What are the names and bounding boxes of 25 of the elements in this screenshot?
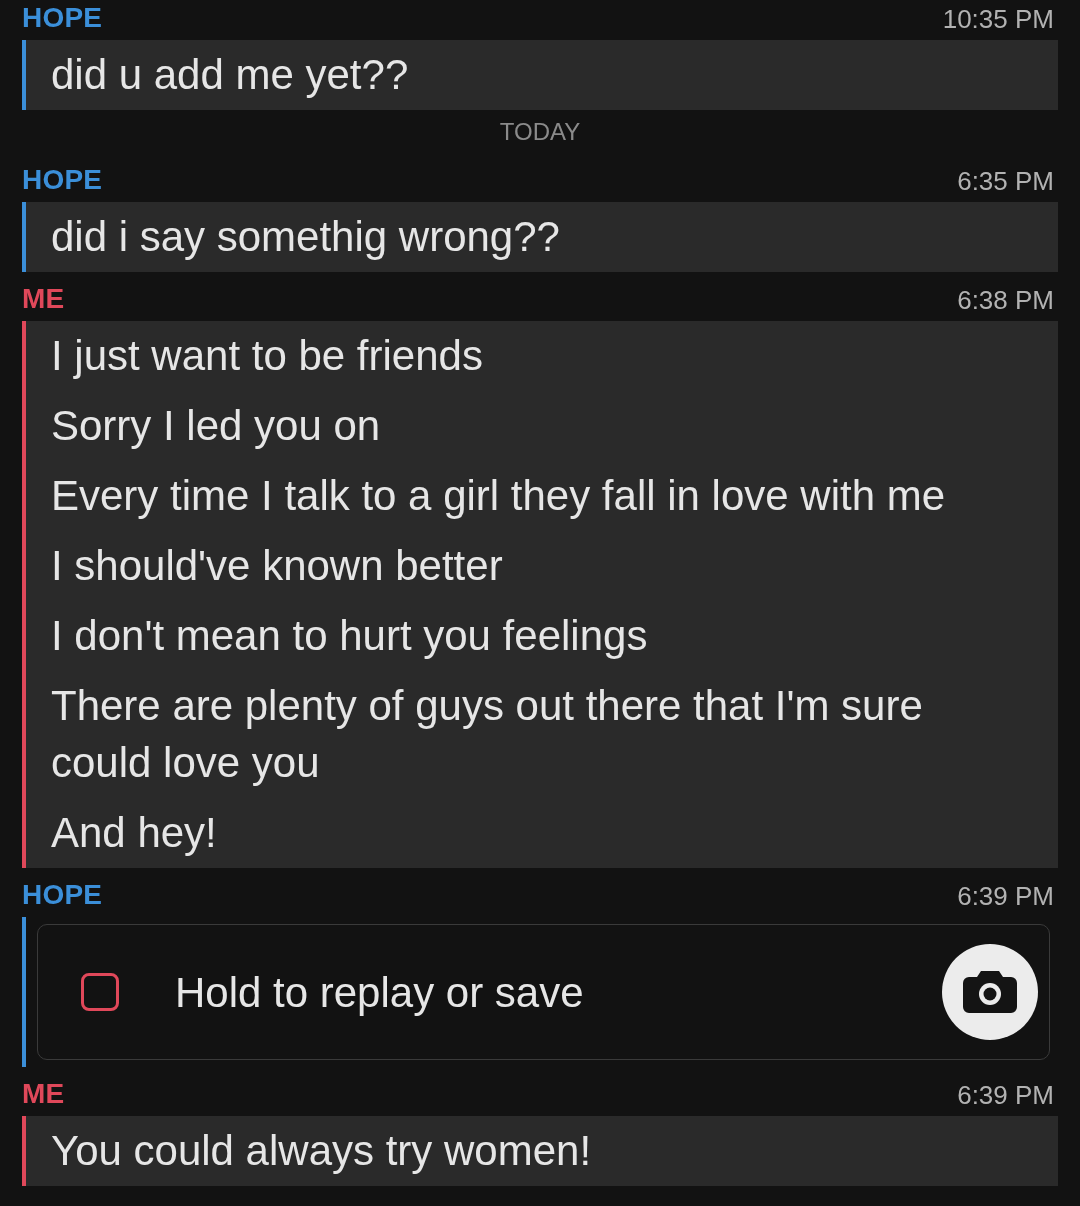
snap-hint: Hold to replay or save bbox=[175, 967, 585, 1018]
snap-card[interactable]: Hold to replay or save bbox=[37, 924, 1050, 1060]
message-text: You could always try women! bbox=[51, 1126, 593, 1176]
message-time: 6:38 PM bbox=[957, 287, 1054, 313]
message-text: did i say somethig wrong?? bbox=[51, 212, 561, 262]
message-text: I don't mean to hurt you feelings bbox=[51, 611, 649, 661]
message-text: I just want to be friends bbox=[51, 331, 484, 381]
camera-icon bbox=[963, 971, 1017, 1013]
sender-name: HOPE bbox=[22, 4, 103, 32]
date-divider: TODAY bbox=[499, 119, 581, 144]
sender-name: HOPE bbox=[22, 881, 103, 909]
message-text: Every time I talk to a girl they fall in love with me bbox=[51, 471, 946, 521]
sender-name: ME bbox=[22, 1080, 65, 1108]
message-time: 6:35 PM bbox=[957, 168, 1054, 194]
message-time: 6:39 PM bbox=[957, 883, 1054, 909]
message-time: 10:35 PM bbox=[942, 6, 1054, 32]
message-text: And hey! bbox=[51, 808, 218, 858]
message-text: Sorry I led you on bbox=[51, 401, 382, 451]
message-time: 6:39 PM bbox=[957, 1082, 1054, 1108]
message-text: There are plenty of guys out there that I'm sure could love you bbox=[51, 681, 924, 788]
sender-name: HOPE bbox=[22, 166, 103, 194]
message-text: did u add me yet?? bbox=[51, 50, 410, 100]
square-icon bbox=[81, 973, 119, 1011]
sender-name: ME bbox=[22, 285, 65, 313]
message-text: I should've known better bbox=[51, 541, 504, 591]
